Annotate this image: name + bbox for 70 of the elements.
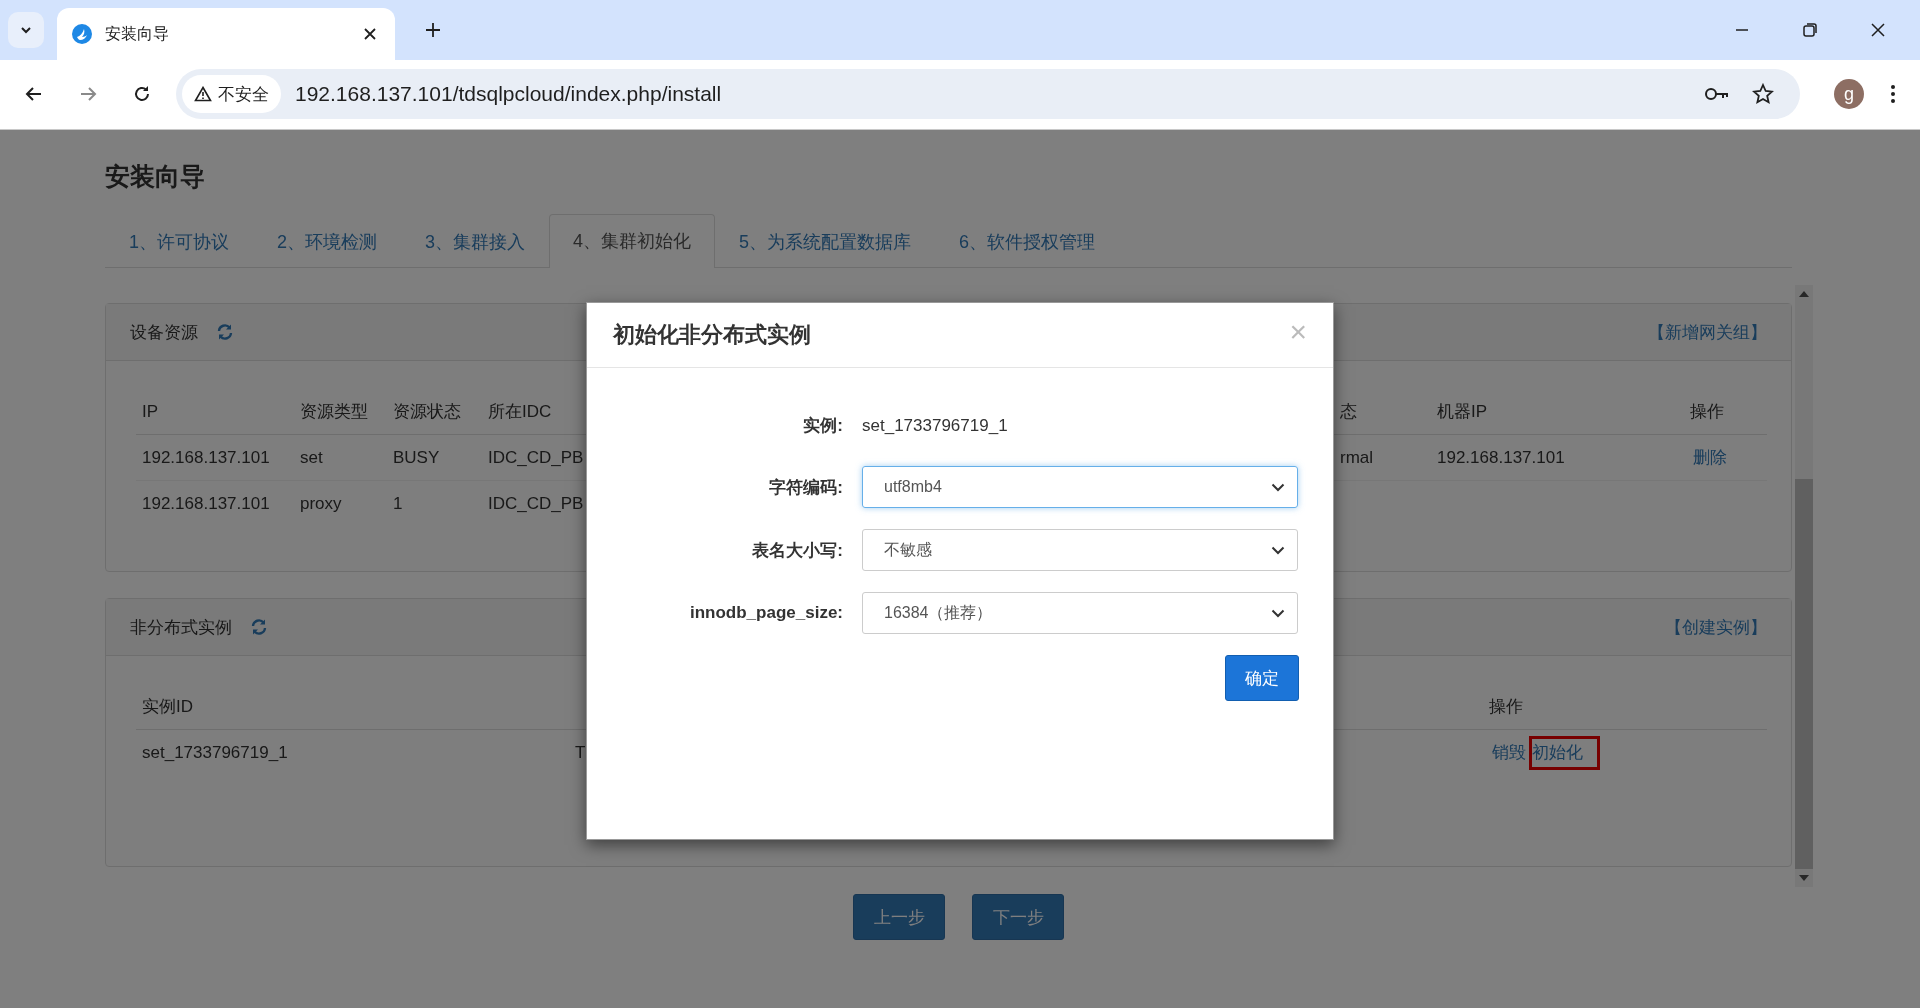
column-header: 实例ID xyxy=(136,684,569,730)
table-cell: 192.168.137.101 xyxy=(142,494,270,513)
star-icon[interactable] xyxy=(1752,83,1774,105)
step-tab[interactable]: 4、集群初始化 xyxy=(549,214,716,268)
table-cell: set_1733796719_1 xyxy=(142,743,288,762)
table-cell: set xyxy=(300,448,323,467)
action-link[interactable]: 删除 xyxy=(1690,440,1730,475)
table-cell: 1 xyxy=(393,494,403,513)
table-cell: rmal xyxy=(1340,448,1374,467)
step-tab[interactable]: 2、环境检测 xyxy=(253,215,402,268)
panel-title: 设备资源 xyxy=(130,321,198,344)
column-header: IP xyxy=(136,389,294,435)
field-label: 实例: xyxy=(802,415,843,437)
step-tab[interactable]: 6、软件授权管理 xyxy=(935,215,1120,268)
refresh-icon[interactable] xyxy=(250,618,268,636)
panel-action-link[interactable]: 【新增网关组】 xyxy=(1648,320,1767,344)
close-button[interactable]: × xyxy=(1289,317,1307,347)
column-header: 操作 xyxy=(1684,389,1767,435)
table-cell: IDC_CD_PB xyxy=(488,494,584,513)
chevron-down-icon xyxy=(1271,545,1285,555)
table-cell: 192.168.137.101 xyxy=(142,448,270,467)
scrollbar-thumb[interactable] xyxy=(1795,479,1813,869)
close-icon[interactable] xyxy=(1870,22,1886,38)
dialog-title: 初始化非分布式实例 xyxy=(613,321,812,349)
restore-icon[interactable] xyxy=(1802,22,1818,38)
step-tab[interactable]: 1、许可协议 xyxy=(105,215,253,268)
new-tab-icon[interactable] xyxy=(425,22,441,38)
warning-icon xyxy=(194,86,212,102)
panel-title: 非分布式实例 xyxy=(130,616,232,639)
profile-avatar[interactable]: g xyxy=(1834,79,1864,109)
action-link[interactable]: 销毁 xyxy=(1489,735,1529,770)
step-button[interactable]: 上一步 xyxy=(853,894,945,940)
table-cell: IDC_CD_PB xyxy=(488,448,584,467)
dropdown[interactable]: 不敏感 xyxy=(862,529,1298,571)
field-value: set_1733796719_1 xyxy=(862,415,1009,437)
panel-action-link[interactable]: 【创建实例】 xyxy=(1665,615,1767,639)
browser-tab[interactable]: 安装向导 xyxy=(57,8,395,60)
chevron-down-icon xyxy=(1271,608,1285,618)
column-header: 资源状态 xyxy=(387,389,482,435)
key-icon[interactable] xyxy=(1704,86,1730,102)
field-label: 表名大小写: xyxy=(751,539,843,562)
confirm-button[interactable]: 确定 xyxy=(1225,655,1299,701)
url-text: 192.168.137.101/tdsqlpcloud/index.php/install xyxy=(295,82,722,106)
scrollbar[interactable] xyxy=(1795,285,1813,887)
security-chip[interactable]: 不安全 xyxy=(182,75,281,113)
step-tab[interactable]: 3、集群接入 xyxy=(401,215,550,268)
table-cell: T xyxy=(575,743,586,762)
action-link[interactable]: 初始化 xyxy=(1529,735,1600,770)
table-cell: BUSY xyxy=(393,448,440,467)
scroll-up-icon[interactable] xyxy=(1799,291,1809,297)
address-bar[interactable]: 不安全 192.168.137.101/tdsqlpcloud/index.php/install xyxy=(176,69,1800,119)
refresh-icon[interactable] xyxy=(216,323,234,341)
dropdown[interactable]: 16384（推荐） xyxy=(862,592,1298,634)
column-header: 资源类型 xyxy=(294,389,387,435)
column-header: 操作 xyxy=(1483,684,1767,730)
reload-icon[interactable] xyxy=(132,84,152,104)
field-label: 字符编码: xyxy=(768,476,843,499)
chevron-down-icon xyxy=(1271,482,1285,492)
dropdown[interactable]: utf8mb4 xyxy=(862,466,1298,508)
close-icon[interactable] xyxy=(363,27,377,41)
step-button[interactable]: 下一步 xyxy=(972,894,1064,940)
table-cell: proxy xyxy=(300,494,342,513)
field-label: innodb_page_size: xyxy=(688,603,843,623)
page-title: 安装向导 xyxy=(105,161,206,188)
tab-title: 安装向导 xyxy=(105,23,170,44)
scroll-down-icon[interactable] xyxy=(1799,875,1809,881)
column-header: 机器IP xyxy=(1431,389,1684,435)
table-cell: 192.168.137.101 xyxy=(1437,448,1565,467)
menu-icon[interactable] xyxy=(1890,84,1896,104)
step-tab[interactable]: 5、为系统配置数据库 xyxy=(715,215,936,268)
